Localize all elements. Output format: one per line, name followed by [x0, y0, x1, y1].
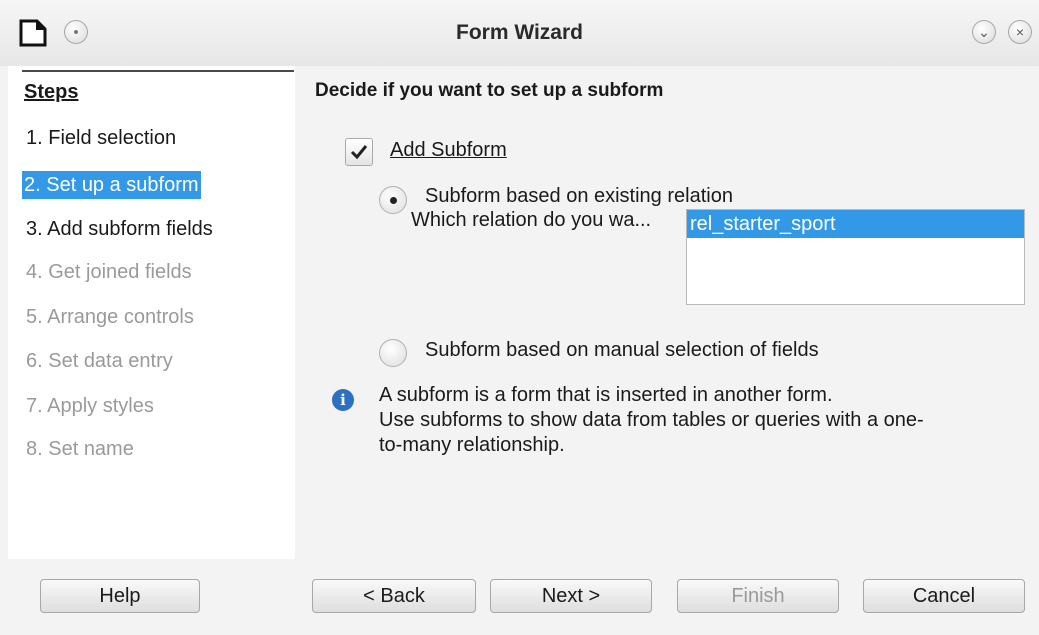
info-icon: i — [332, 389, 354, 411]
manual-selection-radio[interactable] — [379, 339, 407, 367]
step-get-joined-fields: 4. Get joined fields — [26, 261, 192, 283]
step-set-up-subform[interactable]: 2. Set up a subform — [22, 171, 201, 199]
main-panel: Decide if you want to set up a subform A… — [295, 66, 1039, 559]
form-wizard-window: Form Wizard ⌄ × Steps 1. Field selection… — [0, 0, 1039, 635]
info-text: A subform is a form that is inserted in … — [379, 383, 1019, 458]
step-add-subform-fields[interactable]: 3. Add subform fields — [24, 215, 215, 243]
add-subform-checkbox[interactable] — [345, 138, 373, 166]
steps-heading: Steps — [24, 81, 79, 103]
step-arrange-controls: 5. Arrange controls — [26, 306, 194, 328]
page-heading: Decide if you want to set up a subform — [315, 80, 664, 101]
existing-relation-label[interactable]: Subform based on existing relation — [425, 185, 733, 208]
help-button[interactable]: Help — [40, 579, 200, 613]
step-field-selection[interactable]: 1. Field selection — [24, 124, 178, 152]
relation-listbox[interactable]: rel_starter_sport — [686, 209, 1025, 305]
close-icon[interactable]: × — [1008, 20, 1032, 44]
next-button[interactable]: Next > — [490, 579, 652, 613]
relation-list-item[interactable]: rel_starter_sport — [687, 210, 1024, 238]
step-set-data-entry: 6. Set data entry — [26, 350, 173, 372]
title-bar[interactable]: Form Wizard ⌄ × — [0, 0, 1039, 66]
existing-relation-radio[interactable] — [379, 186, 407, 214]
steps-divider — [22, 70, 294, 72]
info-line: to-many relationship. — [379, 434, 565, 456]
minimize-chevron-icon[interactable]: ⌄ — [972, 20, 996, 44]
finish-button: Finish — [677, 579, 839, 613]
checkmark-icon — [350, 145, 368, 160]
info-line: Use subforms to show data from tables or… — [379, 409, 924, 431]
add-subform-label[interactable]: Add Subform — [390, 139, 507, 162]
window-title: Form Wizard — [456, 21, 583, 44]
manual-selection-label[interactable]: Subform based on manual selection of fie… — [425, 339, 819, 362]
back-button[interactable]: < Back — [312, 579, 476, 613]
step-apply-styles: 7. Apply styles — [26, 395, 154, 417]
button-bar: Help < Back Next > Finish Cancel — [0, 559, 1039, 635]
relation-prompt-label: Which relation do you wa... — [411, 209, 652, 231]
step-set-name: 8. Set name — [26, 438, 134, 460]
info-line: A subform is a form that is inserted in … — [379, 384, 833, 406]
steps-panel: Steps 1. Field selection 2. Set up a sub… — [8, 66, 295, 559]
cancel-button[interactable]: Cancel — [863, 579, 1025, 613]
